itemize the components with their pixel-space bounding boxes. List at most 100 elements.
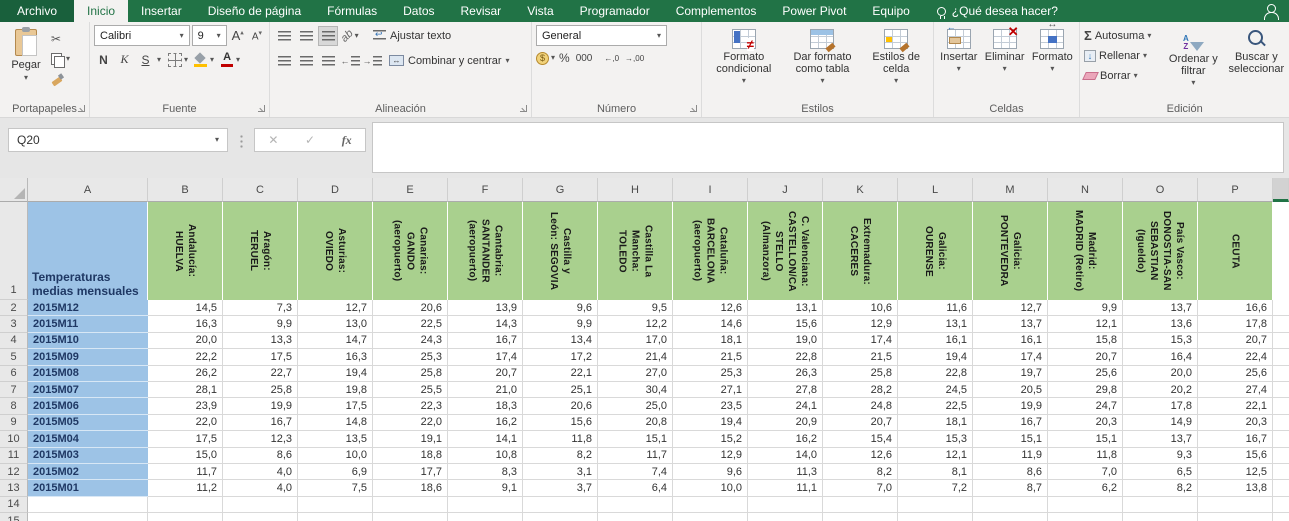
value-cell[interactable]: 9,9: [223, 316, 298, 333]
conditional-formatting-button[interactable]: Formato condicional▾: [706, 25, 782, 100]
value-cell[interactable]: 11,2: [148, 480, 223, 497]
align-middle-icon[interactable]: [296, 26, 316, 46]
row-header-8[interactable]: 8: [0, 398, 28, 415]
value-cell[interactable]: 15,8: [1048, 332, 1123, 350]
month-label-cell[interactable]: 2015M09: [28, 349, 148, 366]
value-cell[interactable]: 16,3: [148, 316, 223, 333]
value-cell[interactable]: 25,3: [673, 365, 748, 382]
value-cell[interactable]: 17,0: [598, 332, 673, 350]
empty-cell[interactable]: [373, 496, 448, 514]
value-cell[interactable]: 24,1: [748, 398, 823, 415]
value-cell[interactable]: 20,6: [523, 398, 598, 415]
wrap-text-button[interactable]: Ajustar texto: [370, 25, 454, 46]
value-cell[interactable]: 21,4: [598, 349, 673, 366]
value-cell[interactable]: 9,6: [523, 300, 598, 317]
value-cell[interactable]: 27,8: [748, 381, 823, 399]
value-cell[interactable]: 9,6: [673, 463, 748, 481]
value-cell[interactable]: 16,1: [973, 332, 1048, 350]
empty-cell[interactable]: [1123, 513, 1198, 521]
value-cell[interactable]: 22,0: [373, 414, 448, 432]
empty-cell[interactable]: [523, 496, 598, 514]
value-cell[interactable]: 11,8: [1048, 447, 1123, 464]
column-header-m[interactable]: M: [973, 178, 1048, 202]
value-cell[interactable]: 25,6: [1198, 365, 1273, 382]
empty-cell[interactable]: [223, 496, 298, 514]
tab-equipo[interactable]: Equipo: [859, 0, 922, 22]
value-cell[interactable]: 11,9: [973, 447, 1048, 464]
value-cell[interactable]: 20,7: [1048, 349, 1123, 366]
value-cell[interactable]: 18,6: [373, 480, 448, 497]
month-label-cell[interactable]: 2015M06: [28, 398, 148, 415]
value-cell[interactable]: 3,1: [523, 463, 598, 481]
value-cell[interactable]: 14,8: [298, 414, 373, 432]
value-cell[interactable]: 7,0: [1048, 463, 1123, 481]
value-cell[interactable]: 8,6: [973, 463, 1048, 481]
value-cell[interactable]: 13,7: [1123, 431, 1198, 448]
value-cell[interactable]: 16,7: [973, 414, 1048, 432]
value-cell[interactable]: 24,7: [1048, 398, 1123, 415]
month-label-cell[interactable]: 2015M12: [28, 300, 148, 317]
align-center-icon[interactable]: [296, 51, 316, 71]
value-cell[interactable]: 23,9: [148, 398, 223, 415]
value-cell[interactable]: 17,2: [523, 349, 598, 366]
value-cell[interactable]: 18,1: [898, 414, 973, 432]
value-cell[interactable]: 8,1: [898, 463, 973, 481]
column-header-d[interactable]: D: [298, 178, 373, 202]
value-cell[interactable]: 22,8: [898, 365, 973, 382]
value-cell[interactable]: 3,7: [523, 480, 598, 497]
value-cell[interactable]: 9,9: [523, 316, 598, 333]
column-header-k[interactable]: K: [823, 178, 898, 202]
paste-button[interactable]: Pegar ▾: [4, 25, 48, 100]
value-cell[interactable]: 17,4: [823, 332, 898, 350]
value-cell[interactable]: 15,4: [823, 431, 898, 448]
cell-q-partial[interactable]: [1273, 332, 1289, 350]
value-cell[interactable]: 23,5: [673, 398, 748, 415]
value-cell[interactable]: 11,7: [148, 463, 223, 481]
value-cell[interactable]: 25,1: [523, 381, 598, 399]
value-cell[interactable]: 20,8: [598, 414, 673, 432]
font-dialog-launcher[interactable]: [257, 104, 266, 113]
align-right-icon[interactable]: [318, 51, 338, 71]
column-header-q-partial[interactable]: [1273, 178, 1289, 202]
column-header-b[interactable]: B: [148, 178, 223, 202]
value-cell[interactable]: 13,9: [448, 300, 523, 317]
region-header-cell[interactable]: Asturias: OVIEDO: [298, 202, 373, 300]
value-cell[interactable]: 21,5: [673, 349, 748, 366]
row-header-5[interactable]: 5: [0, 349, 28, 366]
value-cell[interactable]: 12,1: [898, 447, 973, 464]
select-all-corner[interactable]: [0, 178, 28, 202]
month-label-cell[interactable]: 2015M02: [28, 463, 148, 481]
cell-q-partial[interactable]: [1273, 480, 1289, 497]
value-cell[interactable]: 22,1: [1198, 398, 1273, 415]
row-header-11[interactable]: 11: [0, 447, 28, 464]
value-cell[interactable]: 7,4: [598, 463, 673, 481]
number-dialog-launcher[interactable]: [689, 104, 698, 113]
value-cell[interactable]: 11,1: [748, 480, 823, 497]
value-cell[interactable]: 22,4: [1198, 349, 1273, 366]
value-cell[interactable]: 30,4: [598, 381, 673, 399]
value-cell[interactable]: 20,3: [1198, 414, 1273, 432]
value-cell[interactable]: 25,6: [1048, 365, 1123, 382]
empty-cell[interactable]: [1048, 496, 1123, 514]
align-left-icon[interactable]: [274, 51, 294, 71]
column-header-g[interactable]: G: [523, 178, 598, 202]
orientation-button[interactable]: ab ▾: [339, 26, 360, 46]
value-cell[interactable]: 17,8: [1198, 316, 1273, 333]
value-cell[interactable]: 12,6: [823, 447, 898, 464]
region-header-cell[interactable]: Castilla La Mancha: TOLEDO: [598, 202, 673, 300]
cancel-icon[interactable]: ✕: [268, 133, 278, 147]
value-cell[interactable]: 6,4: [598, 480, 673, 497]
empty-cell[interactable]: [598, 513, 673, 521]
formula-input[interactable]: [372, 122, 1284, 173]
value-cell[interactable]: 20,7: [1198, 332, 1273, 350]
value-cell[interactable]: 17,7: [373, 463, 448, 481]
value-cell[interactable]: 15,0: [148, 447, 223, 464]
value-cell[interactable]: 13,1: [898, 316, 973, 333]
value-cell[interactable]: 20,7: [448, 365, 523, 382]
value-cell[interactable]: 26,3: [748, 365, 823, 382]
value-cell[interactable]: 12,7: [973, 300, 1048, 317]
sort-filter-button[interactable]: AZ Ordenar y filtrar ▾: [1162, 25, 1224, 100]
empty-cell[interactable]: [28, 496, 148, 514]
increase-indent-icon[interactable]: →: [362, 51, 382, 71]
value-cell[interactable]: 22,1: [523, 365, 598, 382]
